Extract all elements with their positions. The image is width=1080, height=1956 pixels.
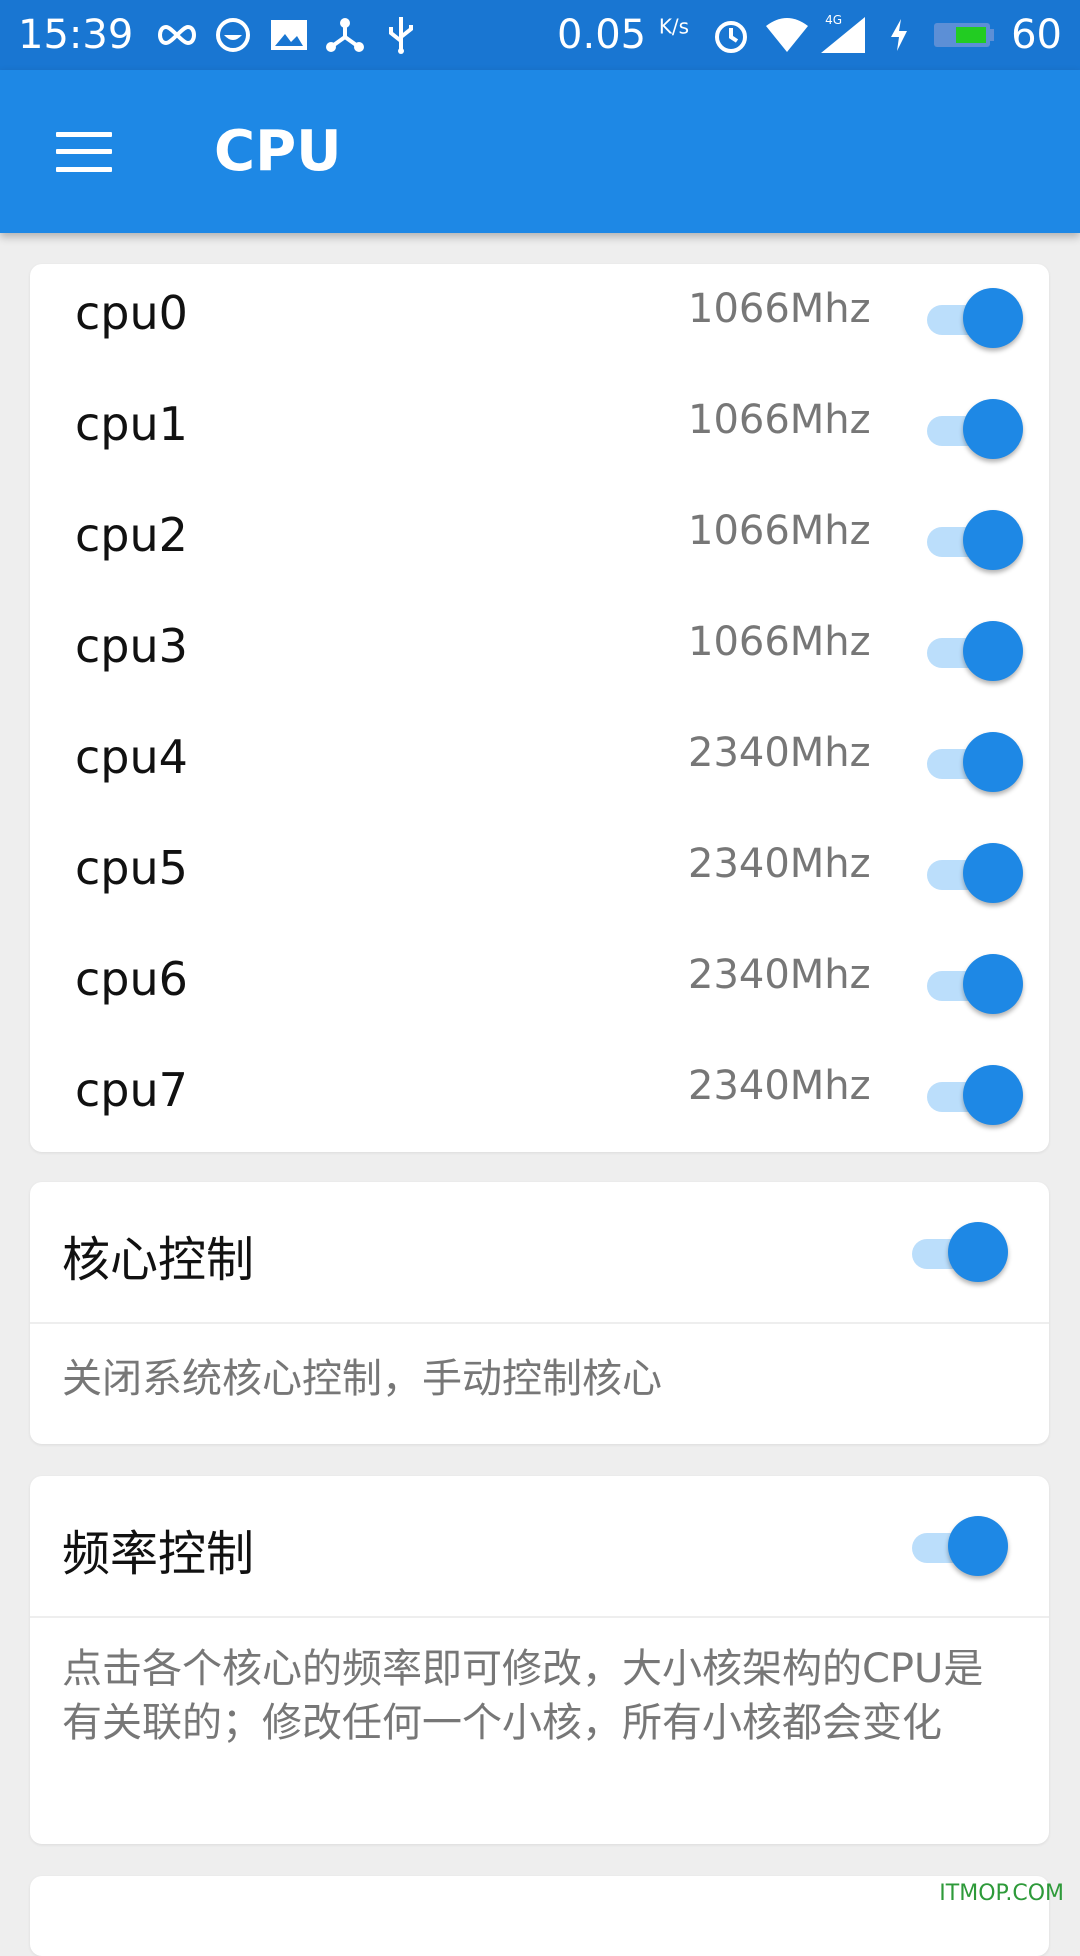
cpu-name: cpu0 [75,286,188,340]
cpu-name: cpu4 [75,730,188,784]
status-bar: 15:39 0.05 K/s 4G 60 [0,0,1080,70]
frequency-control-switch[interactable] [912,1516,1008,1578]
cpu-frequency[interactable]: 2340Mhz [688,841,871,887]
page-title: CPU [214,119,342,184]
cpu-frequency[interactable]: 2340Mhz [688,730,871,776]
cpu-toggle-switch[interactable] [927,843,1023,905]
cpu-frequency[interactable]: 1066Mhz [688,397,871,443]
cpu-row: cpu2 1066Mhz [30,486,1049,597]
core-control-description: 关闭系统核心控制，手动控制核心 [62,1356,662,1402]
divider [30,1616,1049,1618]
core-control-switch[interactable] [912,1222,1008,1284]
cpu-toggle-switch[interactable] [927,288,1023,350]
cpu-list-card: cpu0 1066Mhz cpu1 1066Mhz cpu2 1066Mhz c… [30,264,1049,1152]
wifi-icon [763,11,811,59]
cpu-name: cpu2 [75,508,188,562]
cpu-row: cpu4 2340Mhz [30,708,1049,819]
signal-icon: 4G [819,11,867,59]
image-icon [265,11,313,59]
cpu-row: cpu1 1066Mhz [30,375,1049,486]
battery-level: 60 [1011,12,1062,58]
cpu-frequency[interactable]: 2340Mhz [688,952,871,998]
cpu-frequency[interactable]: 2340Mhz [688,1063,871,1109]
cpu-frequency[interactable]: 1066Mhz [688,619,871,665]
core-control-title: 核心控制 [62,1232,255,1288]
cpu-toggle-switch[interactable] [927,621,1023,683]
cpu-name: cpu3 [75,619,188,673]
cpu-row: cpu0 1066Mhz [30,264,1049,375]
next-setting-card [30,1876,1049,1956]
cpu-row: cpu6 2340Mhz [30,930,1049,1041]
face-icon [209,11,257,59]
cpu-toggle-switch[interactable] [927,954,1023,1016]
battery-icon [931,11,997,59]
core-control-card: 核心控制 关闭系统核心控制，手动控制核心 [30,1182,1049,1444]
cpu-row: cpu3 1066Mhz [30,597,1049,708]
network-speed: 0.05 K/s [557,12,690,58]
cpu-frequency[interactable]: 1066Mhz [688,286,871,332]
cpu-row: cpu5 2340Mhz [30,819,1049,930]
frequency-control-card: 频率控制 点击各个核心的频率即可修改，大小核架构的CPU是有关联的；修改任何一个… [30,1476,1049,1844]
alarm-icon [707,11,755,59]
cpu-frequency[interactable]: 1066Mhz [688,508,871,554]
cpu-toggle-switch[interactable] [927,732,1023,794]
cpu-toggle-switch[interactable] [927,399,1023,461]
menu-icon[interactable] [56,131,112,172]
cpu-name: cpu1 [75,397,188,451]
app-bar: CPU [0,70,1080,233]
cpu-toggle-switch[interactable] [927,1065,1023,1127]
cpu-toggle-switch[interactable] [927,510,1023,572]
status-time: 15:39 [18,12,134,58]
frequency-control-title: 频率控制 [62,1526,255,1582]
cpu-name: cpu5 [75,841,188,895]
cpu-name: cpu7 [75,1063,188,1117]
frequency-control-description: 点击各个核心的频率即可修改，大小核架构的CPU是有关联的；修改任何一个小核，所有… [62,1646,984,1746]
infinity-icon [153,11,201,59]
charging-icon [875,11,923,59]
watermark: ITMOP.COM [939,1881,1064,1906]
share-icon [321,11,369,59]
usb-icon [377,11,425,59]
divider [30,1322,1049,1324]
cpu-name: cpu6 [75,952,188,1006]
cpu-row: cpu7 2340Mhz [30,1041,1049,1152]
